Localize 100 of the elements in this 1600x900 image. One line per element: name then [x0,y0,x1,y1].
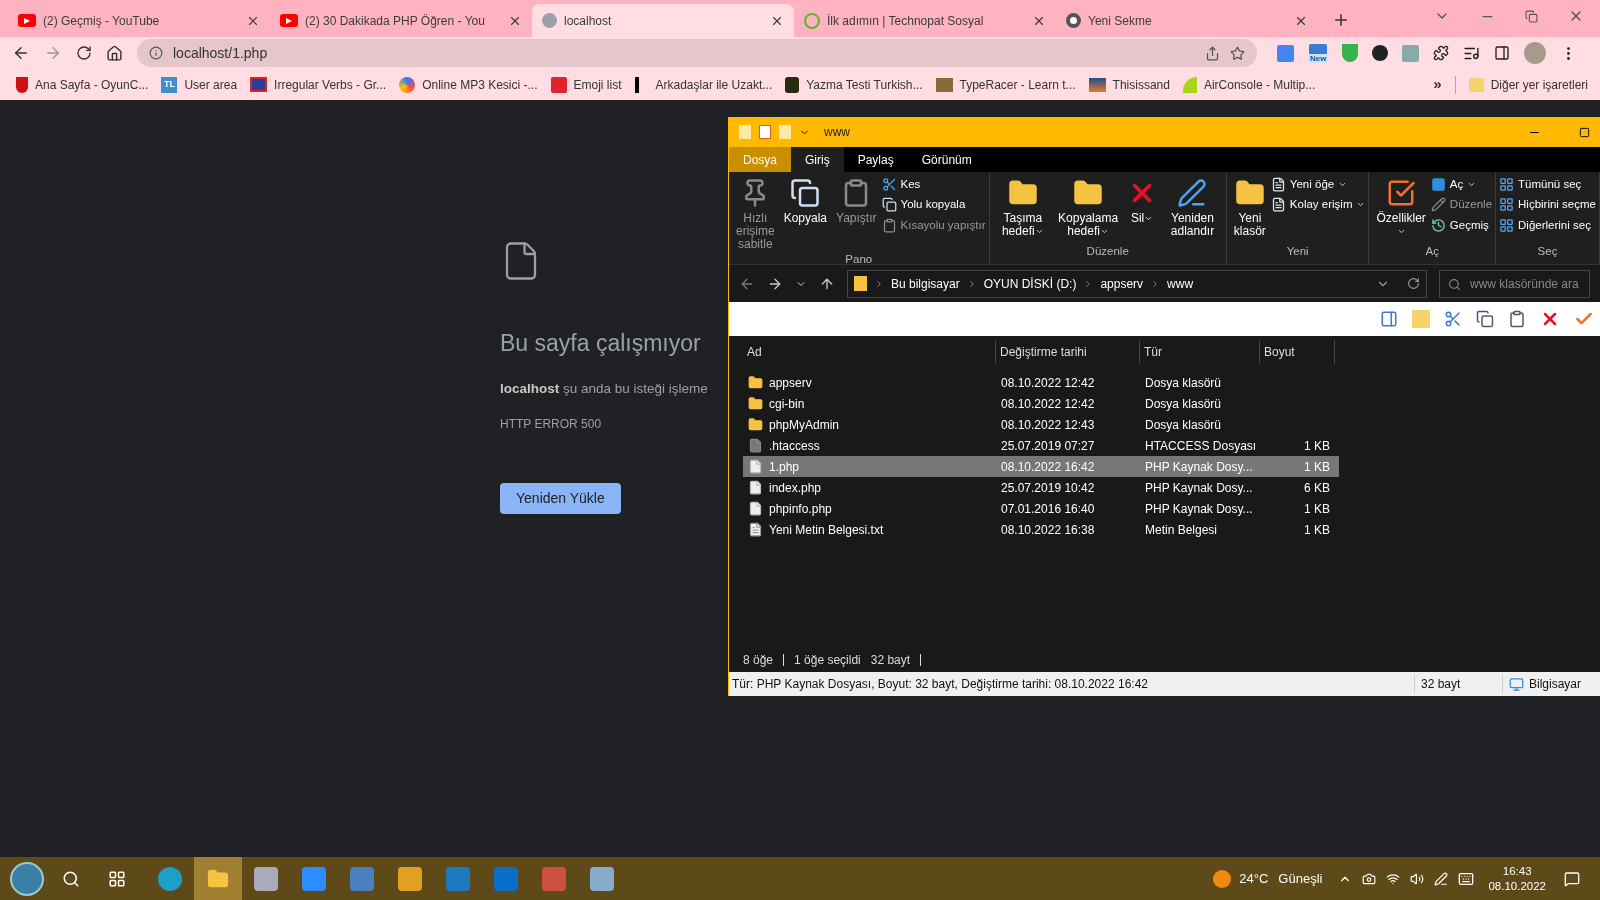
clock-date: 08.10.2022 [1488,878,1546,894]
other-bookmarks[interactable]: Diğer yer işaretleri [1468,75,1588,94]
path-bar[interactable]: Bu bilgisayar OYUN DİSKİ (D:) appserv www [847,269,1427,298]
back-icon[interactable] [12,44,30,62]
file-row[interactable]: phpinfo.php 07.01.2016 16:40 PHP Kaynak Dosy... 1 KB [743,498,1339,519]
power-icon [804,12,820,29]
bookmark[interactable]: Emoji list [550,75,622,94]
camera-icon[interactable] [1362,871,1377,886]
clipboard-icon[interactable] [1508,310,1526,328]
file-size: 1 KB [1303,437,1331,455]
new-tab-icon[interactable] [1332,11,1350,29]
copy-icon [790,178,821,208]
ribbon-tab[interactable]: Giriş [791,147,844,172]
browser-tab[interactable]: İlk adımın | Technopat Sosyal [794,4,1056,37]
share-icon[interactable] [1205,45,1220,61]
ribbon-button[interactable]: Yeniden adlandır [1162,172,1223,238]
ribbon-button[interactable]: Kopyala [779,172,832,225]
file-row[interactable]: Yeni Metin Belgesi.txt 08.10.2022 16:38 Metin Belgesi 1 KB [743,519,1339,540]
ribbon-button[interactable]: Yolu kopyala [881,196,986,214]
path-segment[interactable]: OYUN DİSKİ (D:) [983,274,1077,293]
scissors-icon[interactable] [1444,310,1462,328]
file-row[interactable]: 1.php 08.10.2022 16:42 PHP Kaynak Dosy... 1 KB [743,456,1339,477]
file-row[interactable]: index.php 25.07.2019 10:42 PHP Kaynak Dosy... 6 KB [743,477,1339,498]
ribbon-button[interactable]: Geçmiş [1430,216,1493,234]
notification-icon[interactable] [1564,870,1580,887]
chevron-icon [874,278,884,289]
task-view-icon[interactable] [108,869,126,888]
bookmark[interactable]: Thisissand [1088,75,1170,94]
file-date: 08.10.2022 16:38 [1000,521,1096,539]
side-panel-icon[interactable] [1494,45,1511,61]
browser-tab[interactable]: (2) Geçmiş - YouTube [8,4,270,37]
document-icon [1270,177,1286,193]
path-segment[interactable]: appserv [1100,274,1144,293]
volume-icon[interactable] [1410,871,1425,886]
ribbon-tab[interactable]: Görünüm [907,147,986,172]
bookmark[interactable]: Arkadaşlar ile Uzakt... [634,75,773,94]
copy-icon[interactable] [1476,310,1494,328]
file-row[interactable]: .htaccess 25.07.2019 07:27 HTACCESS Dosyası 1 KB [743,435,1339,456]
search-icon[interactable] [62,869,80,888]
star-icon[interactable] [1230,45,1245,61]
ribbon-button[interactable]: Tümünü seç [1499,176,1596,194]
browser-tab[interactable]: localhost [532,4,794,37]
extensions-icon[interactable] [1433,45,1450,61]
column-header[interactable]: Değiştirme tarihi [996,340,1140,364]
pen-icon[interactable] [1434,871,1449,886]
browser-tab[interactable]: Yeni Sekme [1056,4,1318,37]
extension-icon[interactable] [1309,43,1328,54]
pane-icon[interactable] [1380,310,1398,328]
copy-icon [881,197,897,213]
rename-icon [1177,178,1208,208]
network-icon[interactable] [1386,871,1401,886]
bookmark[interactable]: TypeRacer - Learn t... [935,75,1076,94]
app-icon[interactable] [254,866,278,891]
ribbon-button[interactable]: Kopyalama hedefi [1054,172,1123,238]
bookmark[interactable]: Yazma Testi Turkish... [785,75,923,94]
home-icon[interactable] [106,44,123,62]
ribbon-button[interactable]: Aç [1430,176,1493,194]
refresh-icon[interactable] [1407,277,1420,290]
bookmark-icon [16,76,28,93]
start-button[interactable] [10,861,44,896]
path-segment[interactable]: Bu bilgisayar [891,274,960,293]
file-date: 25.07.2019 10:42 [1000,479,1096,497]
column-header[interactable]: Boyut [1260,340,1335,364]
reload-button[interactable]: Yeniden Yükle [500,482,621,514]
ribbon-button[interactable]: Yeni klasör [1229,172,1270,238]
restore-icon[interactable] [1525,9,1538,23]
bookmark[interactable]: Ana Sayfa - OyunC... [16,75,149,94]
file-row[interactable]: appserv 08.10.2022 12:42 Dosya klasörü [743,372,1339,393]
reload-icon[interactable] [76,45,92,61]
bookmark[interactable]: Irregular Verbs - Gr... [250,75,387,94]
bookmark[interactable]: TL User area [161,75,238,94]
more-bookmarks[interactable]: » [1433,73,1442,96]
file-type: PHP Kaynak Dosy... [1144,479,1254,497]
path-segment[interactable]: www [1167,274,1194,293]
ribbon-button[interactable]: Diğerlerini seç [1499,216,1596,234]
file-row[interactable]: cgi-bin 08.10.2022 12:42 Dosya klasörü [743,393,1339,414]
bookmark[interactable]: AirConsole - Multip... [1182,75,1316,94]
ribbon-button[interactable]: Sil [1123,172,1162,225]
ribbon-tab[interactable]: Paylaş [843,147,908,172]
file-row[interactable]: phpMyAdmin 08.10.2022 12:43 Dosya klasörü [743,414,1339,435]
bookmark[interactable]: Online MP3 Kesici -... [399,75,538,94]
app-icon[interactable] [590,866,614,891]
app-icon[interactable] [302,866,326,891]
app-icon[interactable] [398,866,422,891]
column-header[interactable]: Tür [1140,340,1260,364]
app-icon[interactable] [158,866,182,891]
ribbon-button[interactable]: Kes [881,176,986,194]
ribbon-button[interactable]: Hiçbirini seçme [1499,196,1596,214]
ribbon-button[interactable]: Taşıma hedefi [992,172,1054,238]
ribbon-button[interactable]: Yeni öğe [1270,176,1366,194]
browser-tab[interactable]: (2) 30 Dakikada PHP Öğren - You [270,4,532,37]
column-header[interactable]: Ad [743,340,996,364]
ribbon-button[interactable]: Özellikler [1372,172,1430,238]
ribbon-button[interactable]: Kolay erişim [1270,196,1366,214]
keyboard-icon[interactable] [1458,870,1475,887]
flag-icon [250,77,268,92]
info-icon[interactable] [149,46,163,60]
address-bar[interactable]: localhost/1.php [137,39,1257,67]
maximize-icon[interactable] [1579,126,1590,138]
search-field[interactable]: www klasöründe ara [1439,269,1590,298]
